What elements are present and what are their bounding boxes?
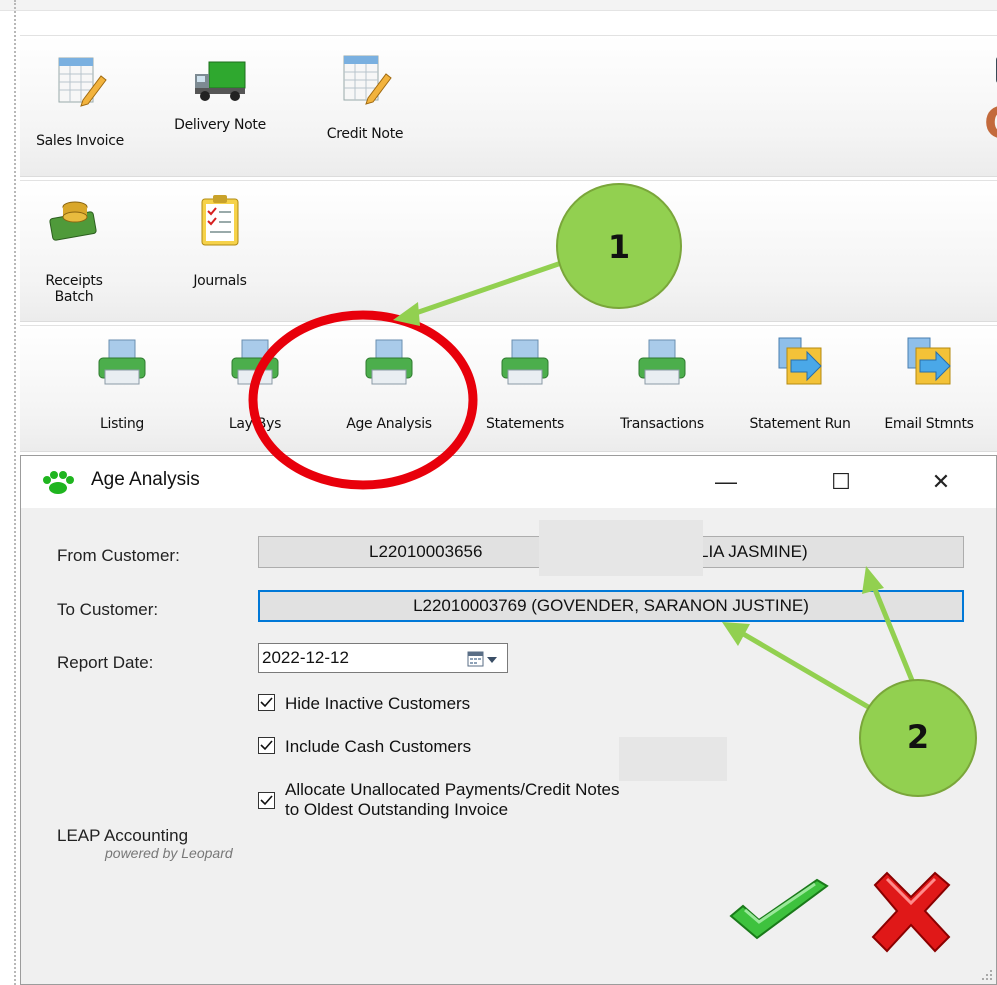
app-name: LEAP Accounting [57,826,189,845]
to-customer-field[interactable]: L22010003769 (GOVENDER, SARANON JUSTINE) [258,590,964,622]
svg-text:C: C [984,98,997,149]
allocate-payments-checkbox[interactable] [258,791,275,809]
include-cash-checkbox[interactable] [258,737,275,754]
credit-note-button[interactable]: Credit Note [315,44,415,144]
toolbar-row-batches: Receipts Batch Journals [20,180,997,322]
statements-label: Statements [486,416,564,432]
redaction-block [619,737,727,781]
spreadsheet-pencil-icon [343,55,392,105]
truck-icon [195,61,246,101]
money-icon [49,201,97,241]
allocate-payments-line2: to Oldest Outstanding Invoice [285,800,509,819]
dialog-titlebar: Age Analysis — ☐ ✕ [21,456,996,508]
age-analysis-label: Age Analysis [346,416,432,432]
printer-icon [231,339,279,385]
printer-icon [98,339,146,385]
age-analysis-button[interactable]: Age Analysis [339,328,439,432]
delivery-note-label: Delivery Note [174,117,266,133]
app-tagline: powered by Leopard [105,845,233,861]
toolbar-row-documents: Sales Invoice Delivery Note Credit Note … [20,35,997,177]
transactions-button[interactable]: Transactions [612,328,712,432]
minimize-button[interactable]: — [671,456,781,508]
callout-2-number: 2 [906,718,930,756]
clipboard-checklist-icon [201,195,239,246]
top-strip [0,0,997,11]
allocate-payments-option[interactable]: Allocate Unallocated Payments/Credit Not… [258,780,620,820]
report-date-label: Report Date: [57,653,154,672]
allocate-payments-line1: Allocate Unallocated Payments/Credit Not… [285,780,620,799]
from-customer-label: From Customer: [57,546,180,565]
cancel-x-button[interactable] [861,861,961,961]
paw-icon [43,471,74,494]
ok-checkmark-button[interactable] [727,876,831,952]
sales-invoice-label: Sales Invoice [36,133,124,149]
from-customer-name: LIA JASMINE) [699,542,808,561]
journals-button[interactable]: Journals [170,185,270,289]
journals-label: Journals [193,273,247,289]
dialog-title: Age Analysis [91,469,200,490]
delivery-note-button[interactable]: Delivery Note [170,44,270,144]
age-analysis-dialog: Age Analysis — ☐ ✕ From Customer: L22010… [20,455,997,985]
include-cash-option[interactable]: Include Cash Customers [258,737,471,757]
resize-grip-icon[interactable] [980,968,994,982]
printer-icon [365,339,413,385]
redaction-block [539,520,703,576]
include-cash-label: Include Cash Customers [285,737,472,756]
printer-icon [501,339,549,385]
credit-note-label: Credit Note [326,126,404,142]
hide-inactive-option[interactable]: Hide Inactive Customers [258,694,470,714]
close-button[interactable]: ✕ [886,456,996,508]
email-stmnts-button[interactable]: Email Stmnts [874,326,984,432]
report-date-value: 2022-12-12 [262,648,349,667]
to-customer-label: To Customer: [57,600,159,619]
listing-label: Listing [99,416,145,432]
statement-run-button[interactable]: Statement Run [740,326,860,432]
window-edge [14,0,18,985]
report-date-input[interactable]: 2022-12-12 [258,643,508,673]
spreadsheet-pencil-icon [58,57,107,107]
email-stmnts-label: Email Stmnts [884,416,974,432]
statement-run-label: Statement Run [749,416,851,432]
app-logo-icon: C [980,56,997,166]
toolbar-row-reports: Listing Lay Bys Age Analysis Statements [20,325,997,452]
hide-inactive-checkbox[interactable] [258,694,275,711]
transactions-label: Transactions [620,416,704,432]
statements-button[interactable]: Statements [475,328,575,432]
maximize-button[interactable]: ☐ [786,456,896,508]
listing-button[interactable]: Listing [72,328,172,432]
from-customer-code: L22010003656 [369,542,483,561]
receipts-batch-label: Receipts Batch [45,273,103,305]
lay-bys-button[interactable]: Lay Bys [205,328,305,432]
callout-1-number: 1 [607,228,631,266]
printer-icon [638,339,686,385]
hide-inactive-label: Hide Inactive Customers [285,694,471,713]
sales-invoice-button[interactable]: Sales Invoice [30,46,130,149]
folder-arrow-icon [907,337,951,385]
lay-bys-label: Lay Bys [228,416,282,432]
allocate-payments-text: Allocate Unallocated Payments/Credit Not… [285,780,620,820]
calendar-dropdown-icon[interactable] [465,649,501,669]
folder-arrow-icon [778,337,822,385]
receipts-batch-button[interactable]: Receipts Batch [24,185,124,305]
